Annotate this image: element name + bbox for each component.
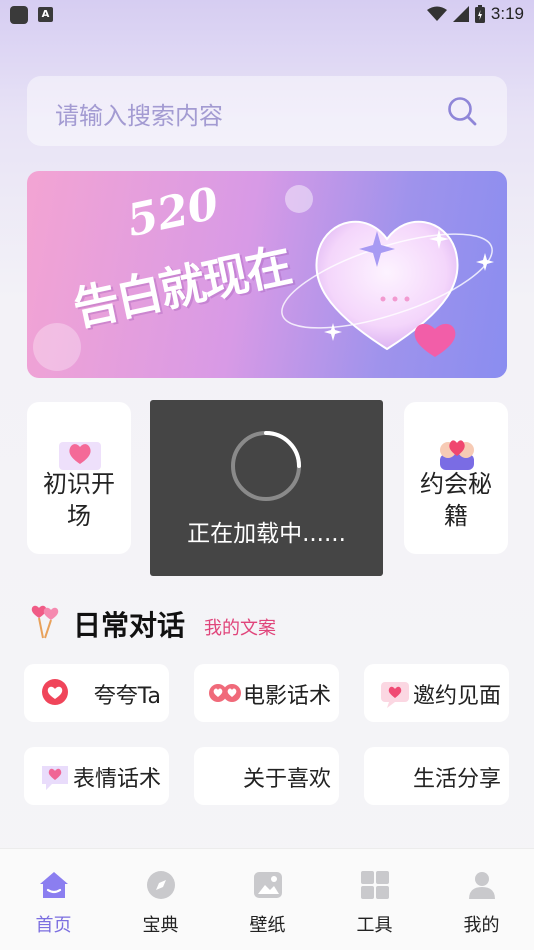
search-icon[interactable] xyxy=(447,96,477,126)
tab-label: 首页 xyxy=(35,915,72,936)
chip-label: 生活分享 xyxy=(412,767,501,792)
home-icon xyxy=(40,872,68,898)
my-copy-link[interactable]: 我的文案 xyxy=(204,614,276,640)
person-icon xyxy=(469,872,495,899)
signal-icon xyxy=(452,6,469,22)
chip-label: 电影话术 xyxy=(242,684,331,709)
chip-label: 邀约见面 xyxy=(412,684,501,709)
status-indicators: 3:19 xyxy=(426,3,524,25)
chip-label: 夸夸Ta xyxy=(93,684,161,709)
feature-card-first-meet[interactable]: 初识开场 xyxy=(27,402,131,554)
tab-wallpaper[interactable]: 壁纸 xyxy=(214,849,321,950)
compass-icon xyxy=(147,871,175,899)
app-notification-icon xyxy=(10,6,28,24)
heart-bouquet-icon xyxy=(31,605,59,639)
heart-chat-icon xyxy=(42,766,68,790)
chip-emoji-lines[interactable]: 表情话术 xyxy=(24,747,169,805)
text-notification-icon: A xyxy=(38,7,53,22)
search-bar[interactable]: 请输入搜索内容 xyxy=(27,76,507,146)
heart-hands-icon xyxy=(440,440,474,470)
loading-text: 正在加载中...... xyxy=(187,521,346,547)
chip-label: 表情话术 xyxy=(72,767,161,792)
heart-message-icon xyxy=(381,682,409,708)
battery-icon xyxy=(474,5,485,23)
heart-envelope-icon xyxy=(59,442,101,470)
status-time: 3:19 xyxy=(490,4,524,23)
loading-spinner-icon xyxy=(231,431,301,501)
wifi-icon xyxy=(426,6,447,21)
wallpaper-icon xyxy=(254,872,282,898)
chip-label: 关于喜欢 xyxy=(242,767,331,792)
chip-life-sharing[interactable]: 生活分享 xyxy=(364,747,509,805)
tab-label: 工具 xyxy=(356,915,393,936)
section-title: 日常对话 xyxy=(73,609,186,642)
loading-toast: 正在加载中...... xyxy=(150,400,383,576)
tab-label: 我的 xyxy=(463,915,500,936)
search-placeholder: 请输入搜索内容 xyxy=(55,102,223,130)
tab-home[interactable]: 首页 xyxy=(0,849,107,950)
tab-tools[interactable]: 工具 xyxy=(321,849,428,950)
feature-card-date-tips[interactable]: 约会秘籍 xyxy=(404,402,508,554)
movie-hearts-icon xyxy=(209,684,241,702)
tab-label: 壁纸 xyxy=(249,915,286,936)
status-bar: A 3:19 xyxy=(0,0,534,28)
chip-movie-lines[interactable]: 电影话术 xyxy=(194,664,339,722)
daily-dialogue-header: 日常对话 我的文案 xyxy=(27,602,507,642)
grid-icon xyxy=(361,871,389,899)
tab-label: 宝典 xyxy=(142,915,179,936)
chip-invite-meet[interactable]: 邀约见面 xyxy=(364,664,509,722)
chip-praise[interactable]: 夸夸Ta xyxy=(24,664,169,722)
tab-guide[interactable]: 宝典 xyxy=(107,849,214,950)
promo-banner[interactable]: 520 告白就现在 xyxy=(27,171,507,378)
chip-about-liking[interactable]: 关于喜欢 xyxy=(194,747,339,805)
heart-balloon-icon xyxy=(42,679,68,705)
tab-profile[interactable]: 我的 xyxy=(428,849,534,950)
bottom-tab-bar: 首页 宝典 壁纸 工具 我的 xyxy=(0,848,534,950)
feature-card-label: 初识开场 xyxy=(43,470,115,530)
feature-card-label: 约会秘籍 xyxy=(420,470,492,530)
